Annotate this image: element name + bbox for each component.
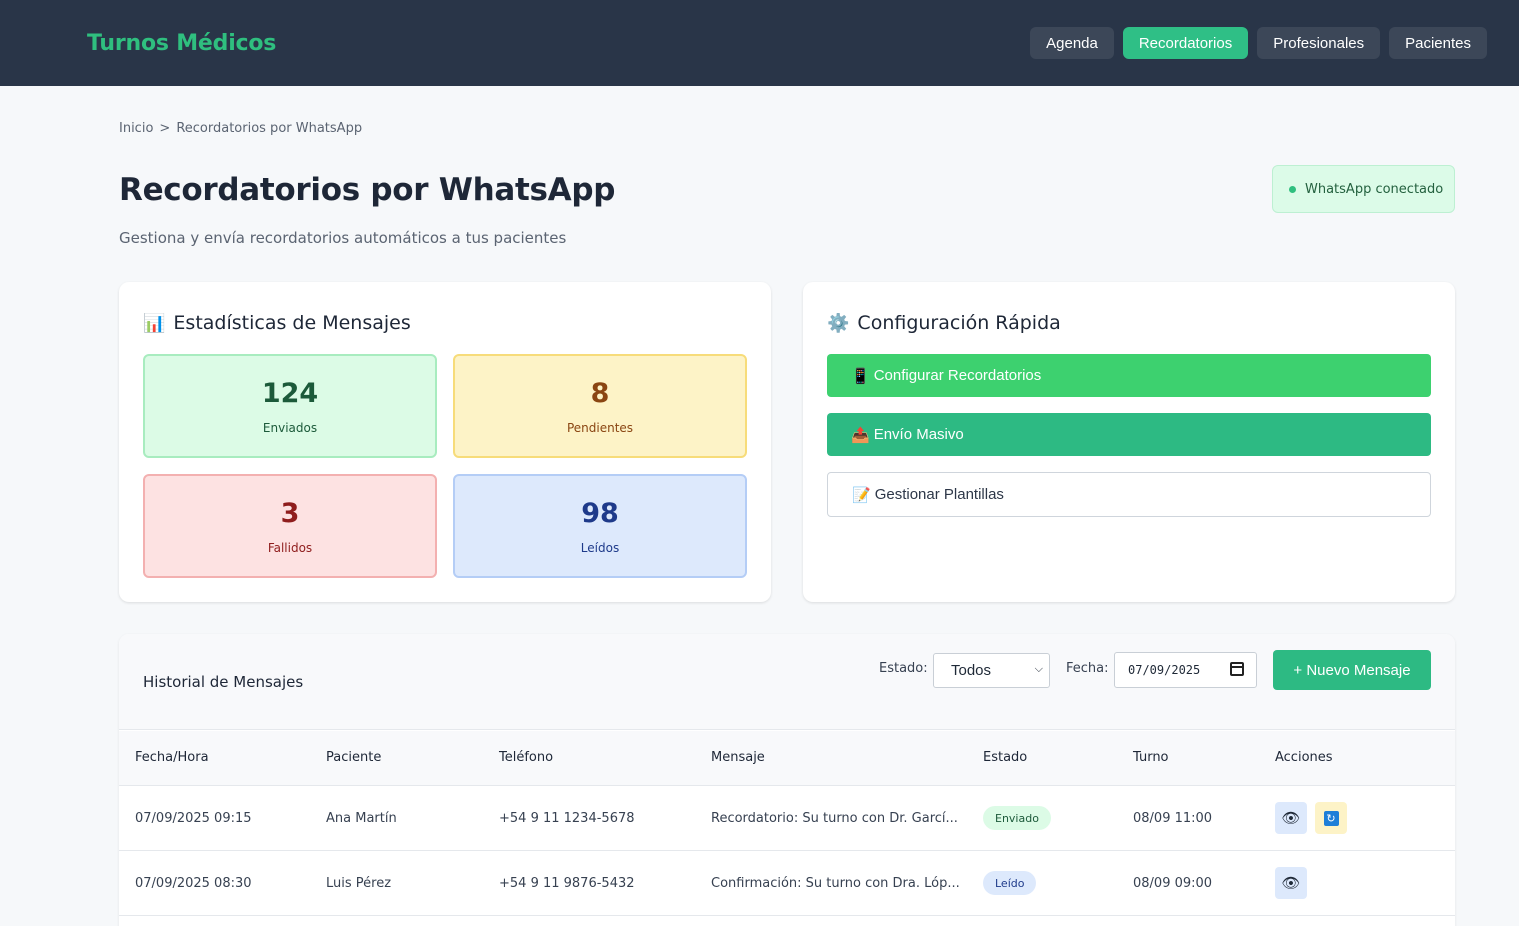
stat-label: Leídos xyxy=(580,540,620,555)
message-history-panel: Historial de Mensajes Estado: Todos ⌵ Fe… xyxy=(119,634,1455,926)
stats-title-text: Estadísticas de Mensajes xyxy=(173,312,411,334)
eye-icon: 👁 xyxy=(1281,874,1301,892)
memo-icon: 📝 xyxy=(852,486,871,504)
bulk-send-label: Envío Masivo xyxy=(873,426,964,443)
cell-paciente: Luis Pérez xyxy=(326,876,392,891)
view-message-button[interactable]: 👁 xyxy=(1275,802,1307,834)
page-title: Recordatorios por WhatsApp xyxy=(119,172,616,208)
fecha-filter-label: Fecha: xyxy=(1066,661,1109,676)
estado-filter-label: Estado: xyxy=(879,661,928,676)
stat-enviados: 124 Enviados xyxy=(143,354,437,458)
estado-select-value: Todos xyxy=(951,662,992,679)
table-row: 07/09/2025 09:15 Ana Martín +54 9 11 123… xyxy=(119,786,1455,851)
calendar-icon[interactable] xyxy=(1230,662,1244,676)
stats-card: 📊 Estadísticas de Mensajes 124 Enviados … xyxy=(119,282,771,602)
cell-fecha: 07/09/2025 09:15 xyxy=(135,811,252,826)
breadcrumb-separator: > xyxy=(159,121,171,136)
stat-label: Enviados xyxy=(262,420,318,435)
page-subtitle: Gestiona y envía recordatorios automátic… xyxy=(119,229,567,247)
manage-templates-button[interactable]: 📝 Gestionar Plantillas xyxy=(827,472,1431,517)
col-telefono: Teléfono xyxy=(499,750,554,765)
new-message-button[interactable]: + Nuevo Mensaje xyxy=(1273,650,1431,690)
col-mensaje: Mensaje xyxy=(711,750,765,765)
history-title: Historial de Mensajes xyxy=(143,673,304,691)
manage-templates-label: Gestionar Plantillas xyxy=(874,486,1004,503)
view-message-button[interactable]: 👁 xyxy=(1275,867,1307,899)
table-row: 07/09/2025 08:30 Luis Pérez +54 9 11 987… xyxy=(119,851,1455,916)
nav-recordatorios[interactable]: Recordatorios xyxy=(1122,27,1249,59)
estado-select[interactable]: Todos ⌵ xyxy=(933,653,1050,688)
col-paciente: Paciente xyxy=(326,750,382,765)
top-navbar: Turnos Médicos Agenda Recordatorios Prof… xyxy=(0,0,1519,86)
stat-value: 98 xyxy=(581,497,619,529)
stat-value: 124 xyxy=(261,377,319,409)
status-dot-icon xyxy=(1289,185,1296,193)
main-nav: Agenda Recordatorios Profesionales Pacie… xyxy=(1030,27,1487,59)
col-fecha-hora: Fecha/Hora xyxy=(135,750,209,765)
cell-telefono: +54 9 11 9876-5432 xyxy=(499,876,635,891)
stat-value: 3 xyxy=(280,497,300,529)
breadcrumb: Inicio > Recordatorios por WhatsApp xyxy=(119,121,362,136)
status-badge: Enviado xyxy=(983,806,1051,830)
whatsapp-status-text: WhatsApp conectado xyxy=(1305,181,1444,197)
bulk-send-button[interactable]: 📤 Envío Masivo xyxy=(827,413,1431,456)
fecha-date-input[interactable]: 07/09/2025 xyxy=(1114,652,1257,688)
nav-profesionales[interactable]: Profesionales xyxy=(1257,27,1381,59)
cell-mensaje: Recordatorio: Su turno con Dr. Garcí... xyxy=(711,811,958,826)
col-turno: Turno xyxy=(1133,750,1169,765)
cell-turno: 08/09 09:00 xyxy=(1133,876,1213,891)
nav-agenda[interactable]: Agenda xyxy=(1030,27,1114,59)
breadcrumb-home[interactable]: Inicio xyxy=(119,121,153,136)
stat-value: 8 xyxy=(590,377,610,409)
col-acciones: Acciones xyxy=(1275,750,1333,765)
config-card-title: ⚙️ Configuración Rápida xyxy=(827,312,1061,334)
stat-label: Fallidos xyxy=(267,540,313,555)
nav-pacientes[interactable]: Pacientes xyxy=(1389,27,1487,59)
refresh-icon: ↻ xyxy=(1323,810,1339,826)
cell-telefono: +54 9 11 1234-5678 xyxy=(499,811,635,826)
stats-card-title: 📊 Estadísticas de Mensajes xyxy=(143,312,411,334)
configure-reminders-button[interactable]: 📱 Configurar Recordatorios xyxy=(827,354,1431,397)
gear-icon: ⚙️ xyxy=(827,312,850,334)
fecha-date-value: 07/09/2025 xyxy=(1128,663,1201,677)
resend-message-button[interactable]: ↻ xyxy=(1315,802,1347,834)
cell-paciente: Ana Martín xyxy=(326,811,397,826)
phone-icon: 📱 xyxy=(851,367,870,385)
cell-mensaje: Confirmación: Su turno con Dra. Lóp... xyxy=(711,876,960,891)
brand-logo[interactable]: Turnos Médicos xyxy=(87,31,276,56)
config-title-text: Configuración Rápida xyxy=(857,312,1061,334)
chevron-down-icon: ⌵ xyxy=(1034,663,1043,675)
stat-label: Pendientes xyxy=(566,420,634,435)
cell-turno: 08/09 11:00 xyxy=(1133,811,1213,826)
whatsapp-status-badge: WhatsApp conectado xyxy=(1272,165,1455,213)
configure-reminders-label: Configurar Recordatorios xyxy=(873,367,1042,384)
history-header: Historial de Mensajes Estado: Todos ⌵ Fe… xyxy=(119,634,1455,730)
stat-leidos: 98 Leídos xyxy=(453,474,747,578)
bar-chart-icon: 📊 xyxy=(143,312,166,334)
stat-pendientes: 8 Pendientes xyxy=(453,354,747,458)
cell-fecha: 07/09/2025 08:30 xyxy=(135,876,252,891)
stat-fallidos: 3 Fallidos xyxy=(143,474,437,578)
col-estado: Estado xyxy=(983,750,1028,765)
eye-icon: 👁 xyxy=(1281,809,1301,827)
quick-config-card: ⚙️ Configuración Rápida 📱 Configurar Rec… xyxy=(803,282,1455,602)
table-header: Fecha/Hora Paciente Teléfono Mensaje Est… xyxy=(119,731,1455,786)
breadcrumb-current: Recordatorios por WhatsApp xyxy=(176,121,363,136)
outbox-icon: 📤 xyxy=(851,426,870,444)
status-badge: Leído xyxy=(983,871,1037,895)
